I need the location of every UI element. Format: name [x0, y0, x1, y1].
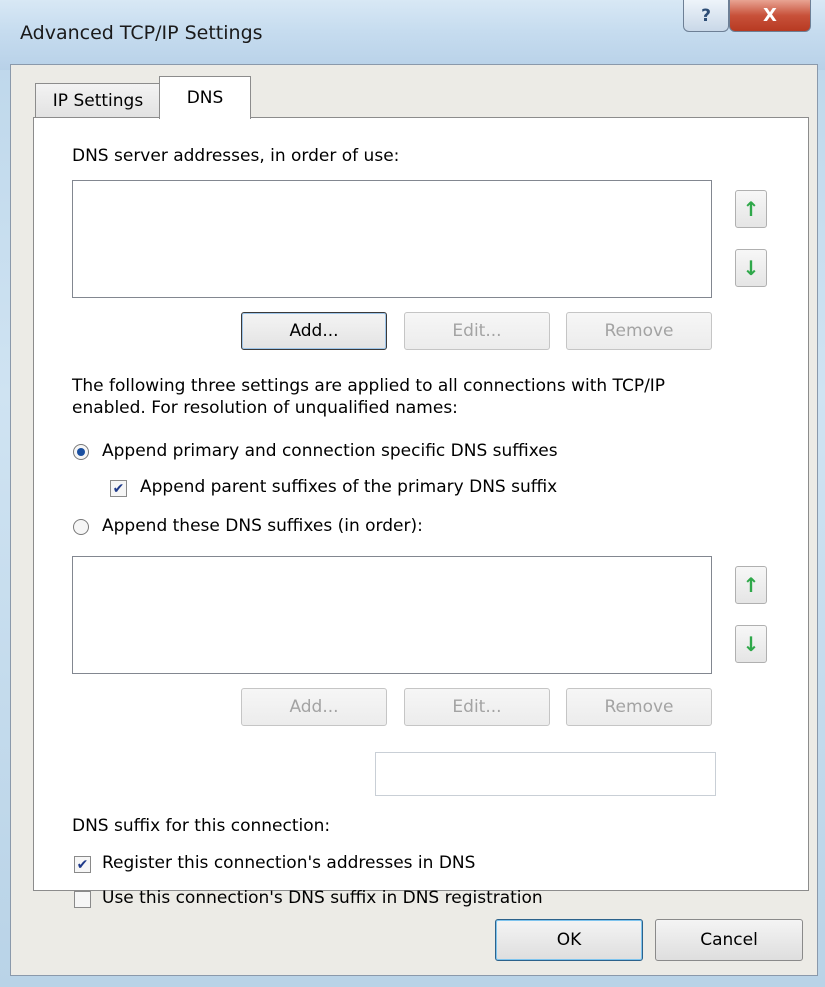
checkbox-use-suffix[interactable] — [74, 891, 91, 908]
checkmark-icon: ✔ — [112, 480, 125, 497]
info-text-line1: The following three settings are applied… — [72, 376, 666, 396]
dns-suffix-down-button[interactable]: ↓ — [735, 625, 767, 663]
dns-suffix-field-label: DNS suffix for this connection: — [72, 816, 331, 836]
radio-append-primary[interactable] — [73, 444, 89, 460]
dns-suffix-input[interactable] — [375, 752, 716, 796]
dns-suffix-remove-button[interactable]: Remove — [566, 688, 712, 726]
dns-server-add-button[interactable]: Add... — [241, 312, 387, 350]
dns-suffix-add-button[interactable]: Add... — [241, 688, 387, 726]
checkbox-register-addresses-label: Register this connection's addresses in … — [102, 853, 476, 873]
title-bar: Advanced TCP/IP Settings ? X — [0, 0, 825, 70]
tab-ip-settings[interactable]: IP Settings — [35, 83, 161, 117]
dns-servers-label: DNS server addresses, in order of use: — [72, 146, 400, 166]
dns-server-remove-button[interactable]: Remove — [566, 312, 712, 350]
info-text-line2: enabled. For resolution of unqualified n… — [72, 398, 458, 418]
close-button[interactable]: X — [729, 0, 811, 32]
dns-server-down-button[interactable]: ↓ — [735, 249, 767, 287]
ok-button[interactable]: OK — [495, 919, 643, 961]
dns-tab-panel: DNS server addresses, in order of use: ↑… — [33, 117, 809, 908]
checkbox-append-parent[interactable]: ✔ — [110, 480, 127, 497]
dns-server-list[interactable] — [72, 180, 712, 298]
radio-append-these[interactable] — [73, 519, 89, 535]
dialog-body: IP Settings DNS DNS server addresses, in… — [10, 64, 818, 976]
up-arrow-icon: ↑ — [742, 197, 760, 221]
radio-append-primary-label: Append primary and connection specific D… — [102, 441, 558, 461]
checkbox-append-parent-label: Append parent suffixes of the primary DN… — [140, 477, 558, 497]
checkbox-register-addresses[interactable]: ✔ — [74, 856, 91, 873]
dns-suffix-list[interactable] — [72, 556, 712, 674]
checkbox-use-suffix-label: Use this connection's DNS suffix in DNS … — [102, 888, 543, 908]
tab-dns[interactable]: DNS — [159, 76, 251, 119]
dns-server-edit-button[interactable]: Edit... — [404, 312, 550, 350]
radio-append-these-label: Append these DNS suffixes (in order): — [102, 516, 423, 536]
window-title: Advanced TCP/IP Settings — [20, 22, 263, 44]
dns-server-up-button[interactable]: ↑ — [735, 190, 767, 228]
cancel-button[interactable]: Cancel — [655, 919, 803, 961]
dns-suffix-up-button[interactable]: ↑ — [735, 566, 767, 604]
up-arrow-icon: ↑ — [742, 573, 760, 597]
help-button[interactable]: ? — [683, 0, 729, 32]
dns-suffix-edit-button[interactable]: Edit... — [404, 688, 550, 726]
checkmark-icon: ✔ — [76, 856, 89, 873]
down-arrow-icon: ↓ — [742, 632, 760, 656]
down-arrow-icon: ↓ — [742, 256, 760, 280]
